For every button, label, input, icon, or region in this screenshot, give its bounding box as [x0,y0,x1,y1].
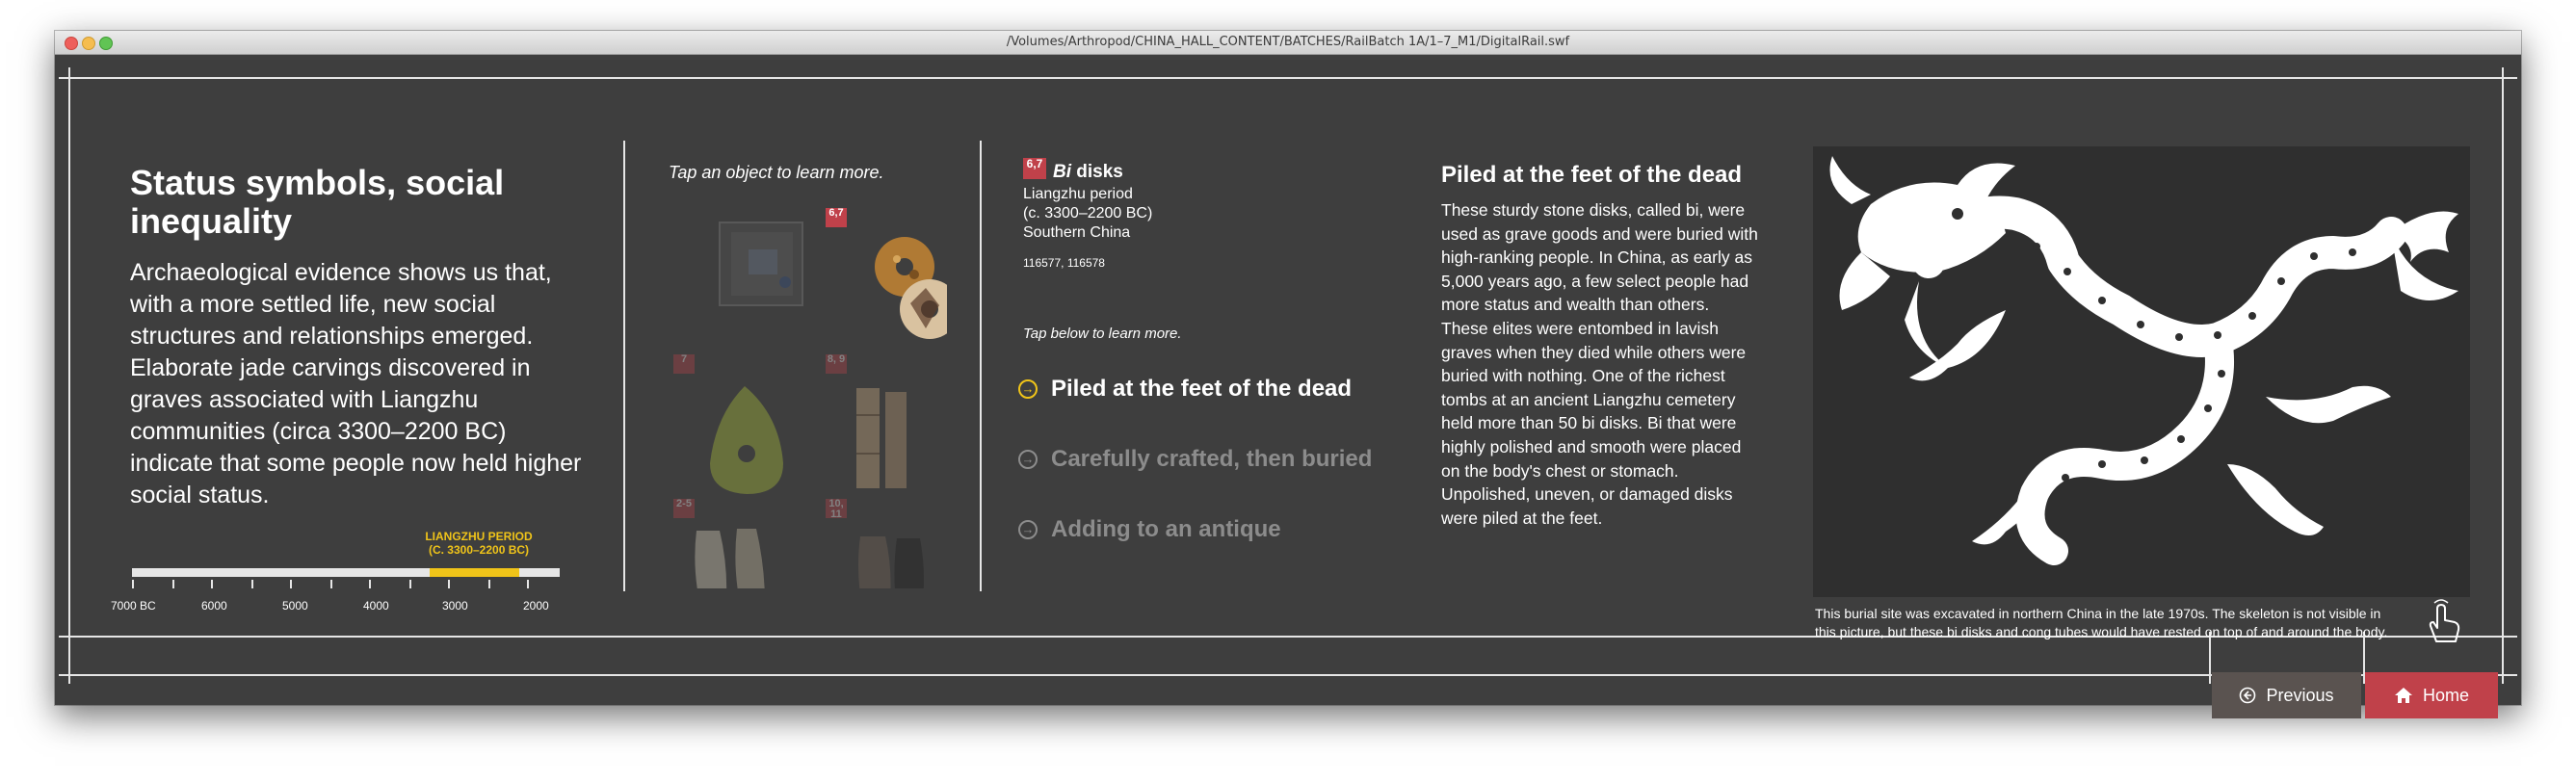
carved-jade-thumbnail[interactable] [695,529,765,588]
jade-ornament-thumbnail[interactable] [710,386,783,494]
home-button[interactable]: Home [2365,672,2498,718]
topic-label: Adding to an antique [1051,516,1281,542]
timeline-tick [290,580,292,588]
kiosk-stage: Status symbols, social inequality Archae… [55,54,2521,718]
timeline-tick-label: 5000 [282,599,308,613]
detail-badge: 6,7 [1023,158,1046,179]
timeline-tick [211,580,213,588]
home-label: Home [2422,685,2469,705]
timeline-tick [527,580,529,588]
timeline-tick-label: 3000 [442,599,468,613]
object-badge-dark-tubes: 10, 11 [826,499,847,520]
timeline-tick [409,580,411,588]
object-badge-carved-jade: 2-5 [673,499,695,518]
timeline-tick [448,580,450,588]
photo-caption: This burial site was excavated in northe… [1815,606,2388,639]
home-icon [2394,688,2412,703]
column-divider-2 [980,141,982,591]
detail-title: Bi disks [1053,162,1123,182]
arrow-right-circle-icon: → [1018,379,1038,399]
timeline-tick [132,580,134,588]
story-title: Piled at the feet of the dead [1441,162,1743,188]
topic-piled-at-feet[interactable]: → Piled at the feet of the dead [1018,376,1352,403]
title-bar: /Volumes/Arthropod/CHINA_HALL_CONTENT/BA… [55,31,2521,55]
dark-tubes-thumbnail[interactable] [858,536,924,588]
detail-info: Liangzhu period (c. 3300–2200 BC) Southe… [1023,186,1153,241]
frame-right-line [2502,67,2504,684]
objects-grid [695,222,947,588]
section-intro: Archaeological evidence shows us that, w… [130,259,582,508]
topic-label: Carefully crafted, then buried [1051,446,1373,472]
timeline-tick [369,580,371,588]
bi-disks-thumbnail[interactable] [875,237,947,339]
timeline-tick [488,580,490,588]
timeline-tick [330,580,332,588]
arrow-left-circle-icon [2240,687,2256,704]
timeline-tick-label: 4000 [363,599,389,613]
arrow-right-circle-icon: → [1018,520,1038,539]
section-heading: Status symbols, social inequality [130,163,505,241]
framed-artifact-thumbnail[interactable] [719,222,803,306]
topic-adding-to-antique[interactable]: → Adding to an antique [1018,516,1281,543]
window-title: /Volumes/Arthropod/CHINA_HALL_CONTENT/BA… [1006,35,1570,49]
timeline-bar [132,568,560,577]
detail-catalog-numbers: 116577, 116578 [1023,256,1105,270]
previous-button[interactable]: Previous [2212,672,2361,718]
object-badge-bi-disks: 6,7 [826,208,847,227]
timeline-tick [172,580,174,588]
frame-left-line [68,67,70,684]
arrow-right-circle-icon: → [1018,450,1038,469]
timeline-tick-label: 6000 [201,599,227,613]
timeline-tick-label: 2000 [523,599,549,613]
object-badge-jade: 7 [673,354,695,374]
dragon-image [1813,146,2470,597]
cong-tubes-thumbnail[interactable] [856,388,907,488]
tap-hand-icon [2429,599,2460,642]
story-body: These sturdy stone disks, called bi, wer… [1441,200,1758,528]
previous-label: Previous [2266,685,2334,705]
frame-top-line [59,77,2517,79]
timeline-period-label: LIANGZHU PERIOD (C. 3300–2200 BC) [425,530,533,557]
topics-prompt: Tap below to learn more. [1023,326,1182,342]
timeline-tick [251,580,253,588]
column-divider-1 [623,141,625,591]
timeline-highlight [430,568,519,577]
app-window: /Volumes/Arthropod/CHINA_HALL_CONTENT/BA… [55,31,2521,718]
timeline-tick-label: 7000 BC [111,599,156,613]
frame-bottom-line [59,674,2517,676]
topic-carefully-crafted[interactable]: → Carefully crafted, then buried [1018,446,1372,473]
topic-label: Piled at the feet of the dead [1051,376,1353,402]
object-badge-cong: 8, 9 [826,354,847,374]
